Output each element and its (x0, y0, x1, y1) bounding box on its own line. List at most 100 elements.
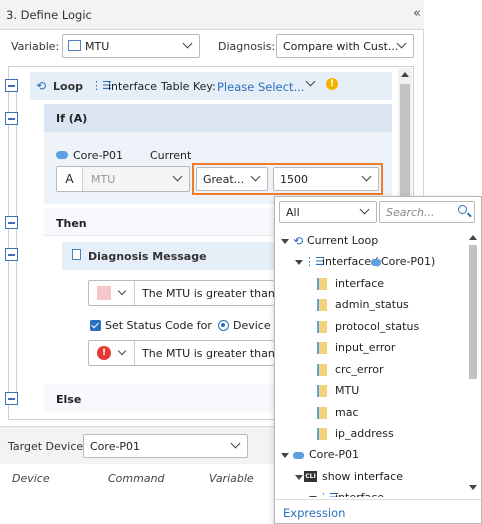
color-swatch-icon[interactable] (97, 286, 111, 300)
tree-item-label: MTU (335, 384, 360, 397)
filter-select[interactable]: All (279, 201, 377, 223)
field-icon (317, 321, 327, 333)
tree-item-label: interface (335, 277, 385, 290)
tree-item-field[interactable]: protocol_status (317, 317, 419, 337)
device-radio-label: Device (233, 319, 271, 332)
collapse-icon[interactable]: « (413, 6, 421, 21)
loop-icon: ⟲ (36, 79, 47, 93)
compare-value: 1500 (280, 173, 308, 186)
target-device-select[interactable]: Core-P01 (83, 434, 248, 458)
variable-picker-popup: All Search... ⟲ Current Loop ⋮☰ interfac… (274, 196, 482, 524)
device-icon (371, 259, 381, 266)
scroll-up-icon[interactable] (469, 235, 477, 240)
popup-scrollbar[interactable] (467, 231, 479, 495)
expression-link[interactable]: Expression (283, 506, 345, 520)
scrollbar-thumb[interactable] (469, 245, 477, 379)
tree-item-interface-table[interactable]: ⋮☰ interface ( Core-P01) (295, 252, 467, 272)
operand-letter: A (57, 167, 83, 191)
variable-value: MTU (85, 40, 110, 53)
chevron-down-icon[interactable] (117, 346, 127, 356)
search-box[interactable]: Search... (379, 201, 475, 223)
chevron-down-icon[interactable] (117, 286, 127, 296)
diagnosis-select[interactable]: Compare with Cust... (276, 34, 414, 58)
compare-value-select[interactable]: 1500 (273, 167, 379, 191)
scroll-down-icon[interactable] (469, 485, 477, 490)
tree-line (16, 92, 17, 392)
tree-item-field[interactable]: interface (317, 274, 384, 294)
else-label: Else (56, 393, 82, 406)
message-text[interactable]: The MTU is greater than (142, 287, 275, 300)
if-header (44, 104, 392, 132)
divider (134, 281, 135, 305)
field-icon (317, 385, 327, 397)
operator-select[interactable]: Great... (196, 167, 268, 191)
tree-item-field[interactable]: ip_address (317, 424, 394, 444)
field-icon (317, 428, 327, 440)
tree-item-label: ip_address (335, 427, 394, 440)
cli-icon: CLI (304, 471, 317, 482)
tree-item-field[interactable]: mac (317, 403, 359, 423)
loop-label: Loop (53, 80, 83, 93)
tree-item-field[interactable]: crc_error (317, 360, 384, 380)
tree-item-label: admin_status (335, 298, 409, 311)
document-icon (72, 249, 81, 260)
device-icon (56, 151, 68, 159)
operand-select[interactable]: A MTU (56, 166, 190, 192)
then-label: Then (56, 217, 87, 230)
diagnosis-message-label: Diagnosis Message (88, 250, 207, 263)
target-device-label: Target Device: (8, 440, 87, 453)
status-message-row[interactable]: ! The MTU is greater than (88, 340, 275, 366)
chevron-down-icon (172, 171, 183, 182)
chevron-down-icon (182, 38, 193, 49)
search-icon[interactable] (458, 205, 467, 214)
collapse-else-toggle[interactable] (5, 392, 18, 405)
collapse-message-toggle[interactable] (5, 248, 18, 261)
set-status-label: Set Status Code for (105, 319, 212, 332)
tree-item-label: protocol_status (335, 320, 420, 333)
operator-value: Great... (203, 173, 245, 186)
expand-icon[interactable] (281, 239, 289, 244)
message-row[interactable]: The MTU is greater than (88, 280, 275, 306)
field-icon (317, 278, 327, 290)
field-icon (317, 299, 327, 311)
if-label: If (A) (56, 112, 88, 125)
tree-item-field[interactable]: MTU (317, 381, 359, 401)
diagnosis-value: Compare with Cust... (283, 40, 399, 53)
panel-title: 3. Define Logic (6, 8, 92, 22)
status-message-text[interactable]: The MTU is greater than (142, 347, 275, 360)
expand-icon[interactable] (281, 453, 289, 458)
table-key-label: Table Key: (161, 80, 216, 93)
set-status-checkbox[interactable] (90, 320, 101, 331)
operand-value: MTU (91, 173, 116, 186)
collapse-loop-toggle[interactable] (5, 79, 18, 92)
tree-item-device-suffix: Core-P01) (381, 255, 436, 268)
divider (134, 341, 135, 365)
device-icon (293, 452, 304, 459)
variable-type-icon (68, 40, 81, 51)
variable-select[interactable]: MTU (62, 34, 200, 58)
chevron-down-icon (230, 438, 241, 449)
device-radio[interactable] (218, 320, 229, 331)
scroll-up-icon[interactable] (401, 72, 409, 77)
tree-item-label: show interface (322, 470, 403, 483)
field-icon (317, 364, 327, 376)
expand-icon[interactable] (295, 260, 303, 265)
expand-icon[interactable] (309, 496, 317, 497)
collapse-then-toggle[interactable] (5, 216, 18, 229)
if-current-label: Current (150, 149, 192, 162)
expand-icon[interactable] (295, 475, 303, 480)
tree-item-field[interactable]: input_error (317, 338, 395, 358)
column-variable: Variable (209, 472, 254, 485)
collapse-if-toggle[interactable] (5, 112, 18, 125)
field-icon (317, 342, 327, 354)
table-key-select[interactable]: Please Select... (217, 80, 304, 94)
field-icon (317, 407, 327, 419)
error-status-icon[interactable]: ! (97, 346, 111, 360)
tree-item-label: Current Loop (307, 234, 379, 247)
if-device-name: Core-P01 (73, 149, 124, 162)
panel-header: 3. Define Logic « (0, 0, 424, 30)
picker-tree: ⟲ Current Loop ⋮☰ interface ( Core-P01) … (275, 229, 467, 497)
tree-item-field[interactable]: admin_status (317, 295, 409, 315)
search-placeholder[interactable]: Search... (386, 206, 435, 219)
filter-value: All (286, 206, 300, 219)
